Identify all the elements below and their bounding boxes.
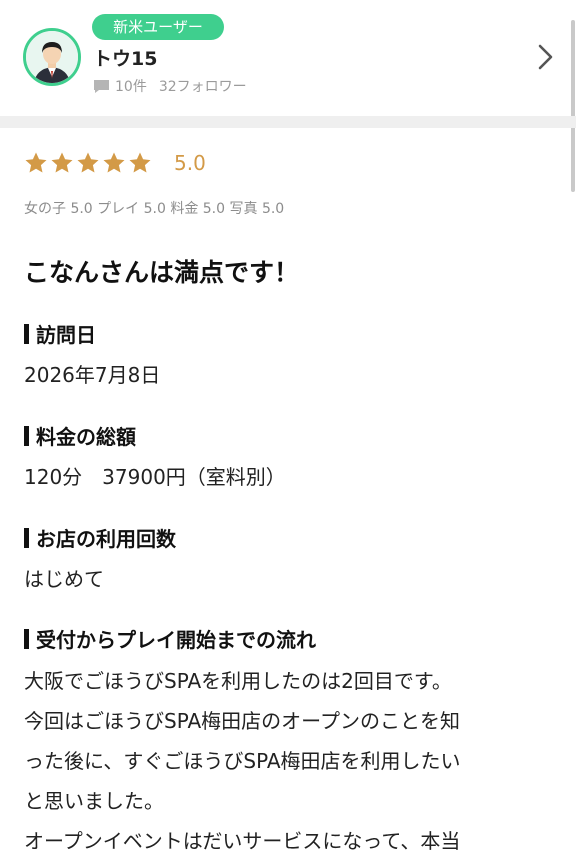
review-body-line: 今回はごほうびSPA梅田店のオープンのことを知 xyxy=(24,709,460,733)
section-heading-flow: 受付からプレイ開始までの流れ xyxy=(24,624,316,653)
sub-ratings: 女の子 5.0 プレイ 5.0 料金 5.0 写真 5.0 xyxy=(24,201,285,217)
visit-date-value: 2026年7月8日 xyxy=(24,363,161,387)
section-heading-label: 受付からプレイ開始までの流れ xyxy=(36,628,316,652)
review-body-line: 大阪でごほうびSPAを利用したのは2回目です。 xyxy=(24,669,452,693)
heading-marker xyxy=(24,628,29,649)
heading-marker xyxy=(24,527,29,548)
reviewer-profile[interactable]: 新米ユーザー トウ15 10件 32フォロワー xyxy=(0,0,576,116)
username[interactable]: トウ15 xyxy=(93,44,157,71)
heading-marker xyxy=(24,323,29,344)
profile-stats: 10件 32フォロワー xyxy=(93,76,247,96)
star-icon xyxy=(129,152,151,173)
section-heading-total-price: 料金の総額 xyxy=(24,421,136,450)
scrollbar[interactable] xyxy=(571,20,575,192)
total-price-value: 120分 37900円（室料別） xyxy=(24,465,286,489)
section-divider xyxy=(0,116,576,128)
visit-count-value: はじめて xyxy=(24,567,104,591)
star-rating xyxy=(24,151,154,175)
overall-rating: 5.0 xyxy=(24,151,206,175)
review-count: 10件 xyxy=(115,79,147,95)
heading-marker xyxy=(24,425,29,446)
section-heading-label: お店の利用回数 xyxy=(36,527,176,551)
review-body-line: と思いました。 xyxy=(24,789,164,813)
section-heading-visit-count: お店の利用回数 xyxy=(24,523,176,552)
section-heading-label: 訪問日 xyxy=(36,323,96,347)
user-avatar-icon xyxy=(26,31,78,83)
review-body-line: オープンイベントはだいサービスになって、本当 xyxy=(24,829,461,853)
section-heading-visit-date: 訪問日 xyxy=(24,319,96,348)
follower-count[interactable]: 32フォロワー xyxy=(159,76,247,96)
user-rank-badge: 新米ユーザー xyxy=(92,14,224,40)
star-icon xyxy=(77,152,99,173)
avatar[interactable] xyxy=(23,28,81,86)
star-icon xyxy=(25,152,47,173)
review-body: 大阪でごほうびSPAを利用したのは2回目です。 今回はごほうびSPA梅田店のオー… xyxy=(24,661,554,861)
section-heading-label: 料金の総額 xyxy=(36,425,136,449)
chevron-right-icon[interactable] xyxy=(535,42,557,72)
review-body-line: った後に、すぐごほうびSPA梅田店を利用したい xyxy=(24,749,461,773)
star-icon xyxy=(103,152,125,173)
rating-score: 5.0 xyxy=(174,151,206,175)
review-title: こなんさんは満点です！ xyxy=(24,258,300,287)
speech-bubble-icon xyxy=(94,79,109,93)
star-icon xyxy=(51,152,73,173)
